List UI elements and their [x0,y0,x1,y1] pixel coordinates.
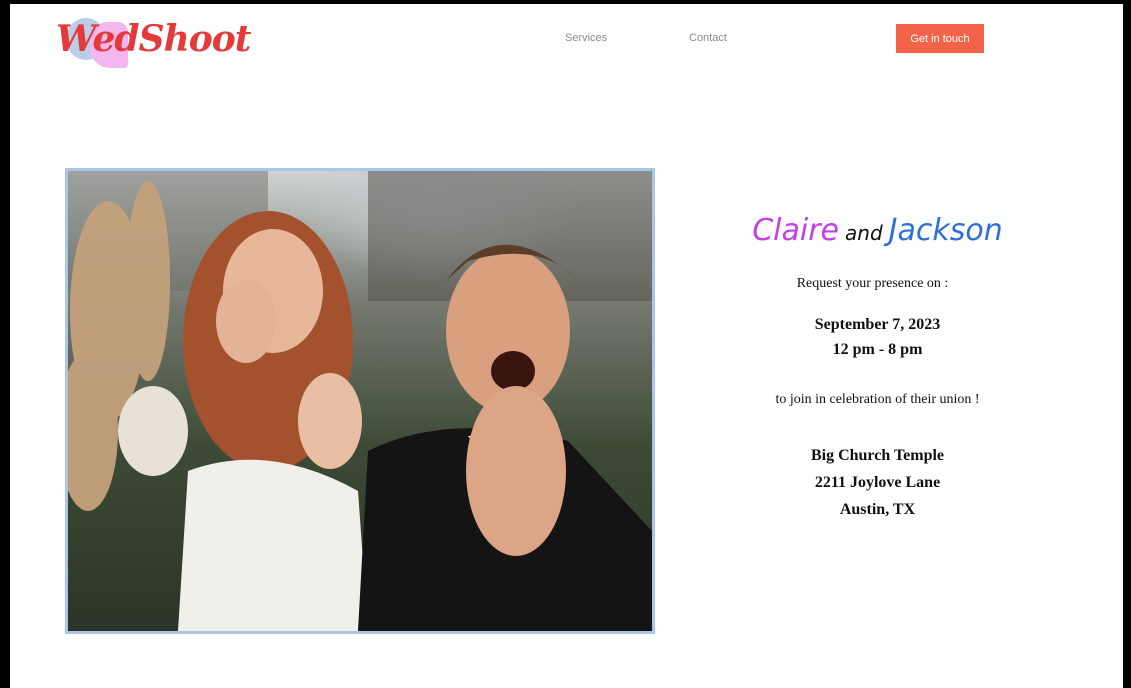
event-date: September 7, 2023 [814,316,941,333]
couple-photo [65,168,655,634]
venue-address: 2211 Joylove Lane [814,474,941,491]
photo-illustration [68,171,652,631]
groom-name: Jackson [888,213,1003,248]
get-in-touch-button[interactable]: Get in touch [896,24,984,53]
venue-name: Big Church Temple [810,447,945,464]
join-text: to join in celebration of their union ! [775,392,980,407]
page: WedShoot Services Contact Get in touch C… [10,4,1123,688]
request-text: Request your presence on : [796,276,949,291]
bride-name: Claire [752,213,840,248]
couple-names: Claire and Jackson [700,204,1055,260]
and-text: and [845,221,883,245]
venue-city: Austin, TX [839,501,916,518]
nav-services-link[interactable]: Services [565,32,607,44]
invitation: Claire and Jackson Request your presence o… [700,204,1055,523]
logo[interactable]: WedShoot [56,16,251,72]
venue: Big Church Temple 2211 Joylove Lane Aust… [700,442,1055,523]
event-time: 12 pm - 8 pm [832,341,923,358]
logo-text: WedShoot [56,18,251,60]
nav-contact-link[interactable]: Contact [689,32,727,44]
